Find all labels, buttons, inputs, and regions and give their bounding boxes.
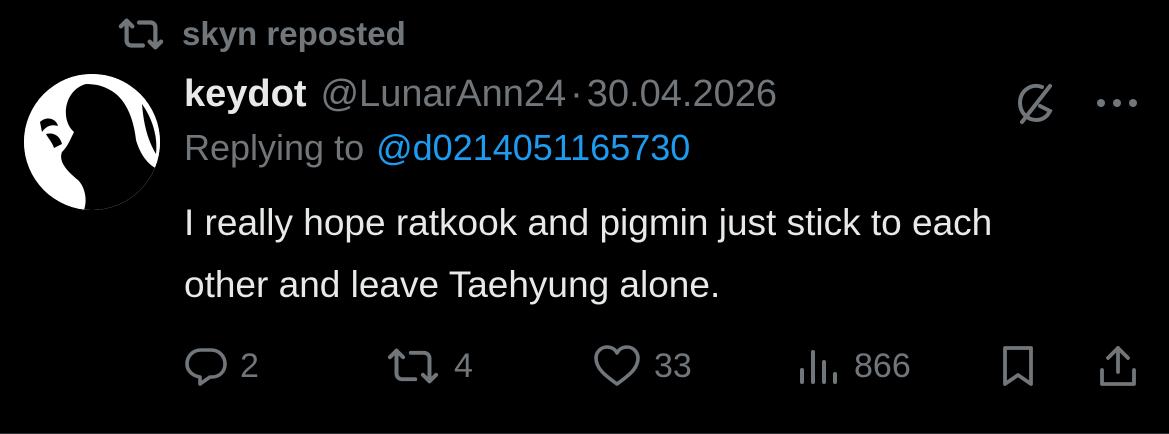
replying-prefix: Replying to [184, 127, 365, 168]
repost-count: 4 [454, 346, 473, 385]
tweet-content: keydot @LunarAnn24 · 30.04.2026 Replying… [184, 66, 1144, 316]
share-button[interactable] [1098, 340, 1138, 392]
heart-icon [594, 345, 640, 386]
replying-to: Replying to @d0214051165730 [184, 122, 1144, 174]
bookmark-icon [1003, 346, 1033, 386]
reply-button[interactable]: 2 [184, 340, 259, 392]
tweet-actions: 2 4 33 866 [184, 340, 1144, 392]
tweet-header: keydot @LunarAnn24 · 30.04.2026 [184, 66, 1144, 122]
reply-icon [185, 348, 227, 386]
tweet-top-actions [1010, 78, 1140, 128]
analytics-icon [800, 350, 837, 384]
repost-button[interactable]: 4 [384, 340, 473, 392]
share-icon [1100, 346, 1136, 386]
grok-icon[interactable] [1010, 78, 1060, 128]
separator: · [570, 72, 583, 115]
more-icon[interactable] [1094, 93, 1140, 113]
like-count: 33 [654, 346, 692, 385]
display-name[interactable]: keydot [184, 73, 306, 116]
retweet-icon [387, 348, 439, 384]
views-button[interactable]: 866 [796, 340, 911, 392]
user-handle[interactable]: @LunarAnn24 [320, 73, 566, 116]
repost-indicator[interactable]: skyn reposted [118, 12, 406, 56]
replying-handle-link[interactable]: @d0214051165730 [376, 127, 690, 169]
tweet-text: I really hope ratkook and pigmin just st… [184, 202, 993, 305]
tweet-date[interactable]: 30.04.2026 [587, 73, 777, 116]
view-count: 866 [854, 346, 911, 385]
avatar[interactable] [24, 74, 160, 210]
like-button[interactable]: 33 [592, 340, 692, 392]
retweet-icon [118, 14, 164, 54]
reply-count: 2 [240, 346, 259, 385]
avatar-image [24, 74, 160, 210]
bookmark-button[interactable] [998, 340, 1038, 392]
repost-label: skyn reposted [182, 15, 406, 52]
